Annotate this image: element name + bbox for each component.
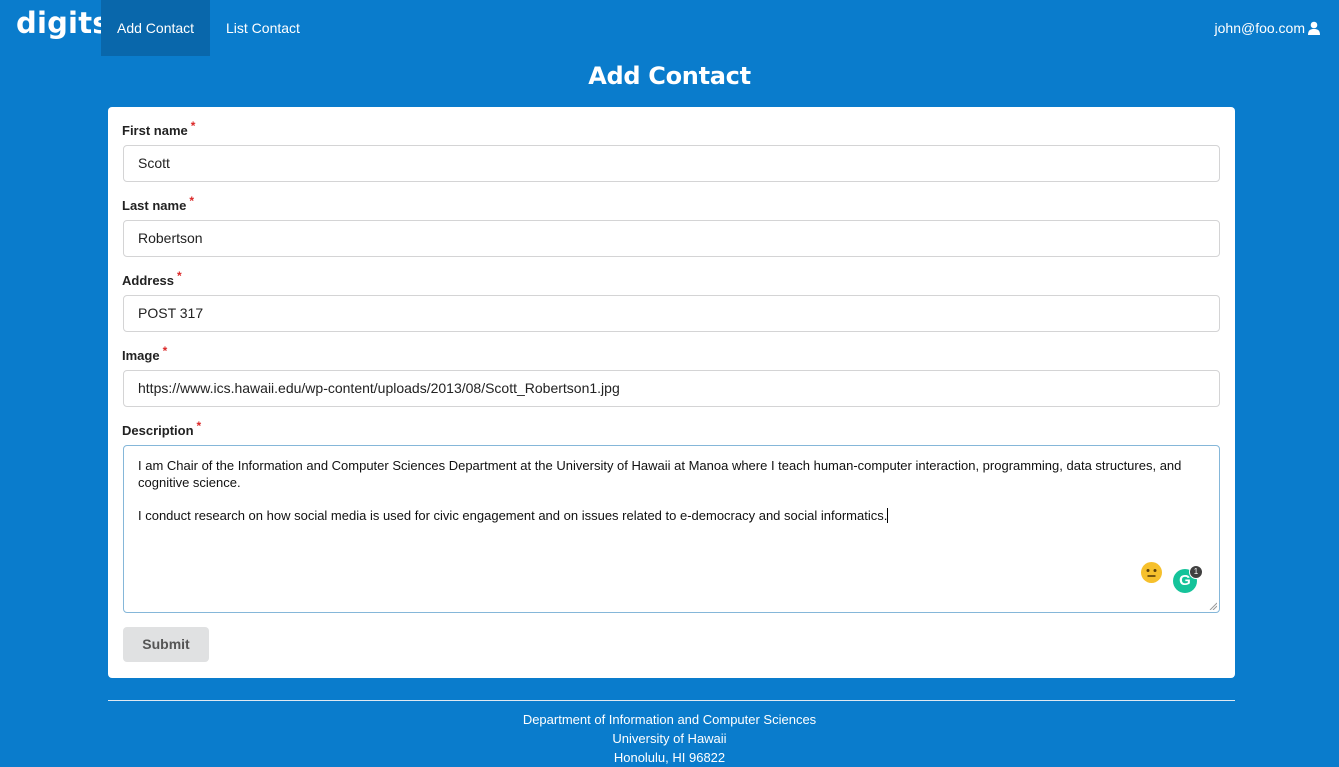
address-input[interactable]: POST 317	[123, 295, 1220, 332]
address-label: Address *	[122, 269, 182, 288]
resize-handle-icon[interactable]	[1209, 602, 1217, 610]
description-paragraph: I conduct research on how social media i…	[138, 508, 889, 523]
required-marker: *	[189, 194, 194, 208]
add-contact-form: First name * Scott Last name * Robertson A…	[108, 107, 1235, 678]
footer-line: Department of Information and Computer S…	[522, 712, 817, 727]
first-name-input[interactable]: Scott	[123, 145, 1220, 182]
user-email: john@foo.com	[1214, 20, 1305, 36]
required-marker: *	[190, 119, 196, 133]
nav-list-contact[interactable]: List Contact	[210, 0, 316, 56]
page-title: Add Contact	[588, 62, 751, 90]
text-caret	[887, 508, 889, 523]
description-paragraph: I am Chair of the Information and Comput…	[138, 458, 1182, 490]
last-name-input[interactable]: Robertson	[123, 220, 1220, 257]
required-marker: *	[196, 419, 202, 433]
brand-logo[interactable]: digits	[16, 6, 110, 40]
required-marker: *	[162, 344, 168, 358]
image-url-input[interactable]: https://www.ics.hawaii.edu/wp-content/up…	[123, 370, 1220, 407]
footer-line: Honolulu, HI 96822	[613, 750, 726, 765]
image-label: Image *	[122, 344, 168, 363]
user-icon	[1308, 21, 1320, 35]
required-marker: *	[177, 269, 182, 283]
last-name-label: Last name *	[122, 194, 194, 213]
first-name-label: First name *	[122, 119, 196, 138]
footer-line: University of Hawaii	[612, 731, 727, 746]
description-textarea[interactable]: I am Chair of the Information and Comput…	[123, 445, 1220, 613]
nav-add-contact[interactable]: Add Contact	[101, 0, 211, 56]
footer: Department of Information and Computer S…	[0, 710, 1339, 767]
neutral-face-emoji-icon[interactable]	[1141, 562, 1162, 583]
submit-button[interactable]: Submit	[123, 627, 209, 662]
user-menu[interactable]: john@foo.com	[1215, 0, 1321, 56]
grammarly-count-badge: 1	[1189, 565, 1203, 579]
top-navbar: digits Add Contact List Contact john@foo…	[0, 0, 1339, 56]
footer-divider	[108, 700, 1235, 701]
description-label: Description *	[122, 419, 202, 438]
